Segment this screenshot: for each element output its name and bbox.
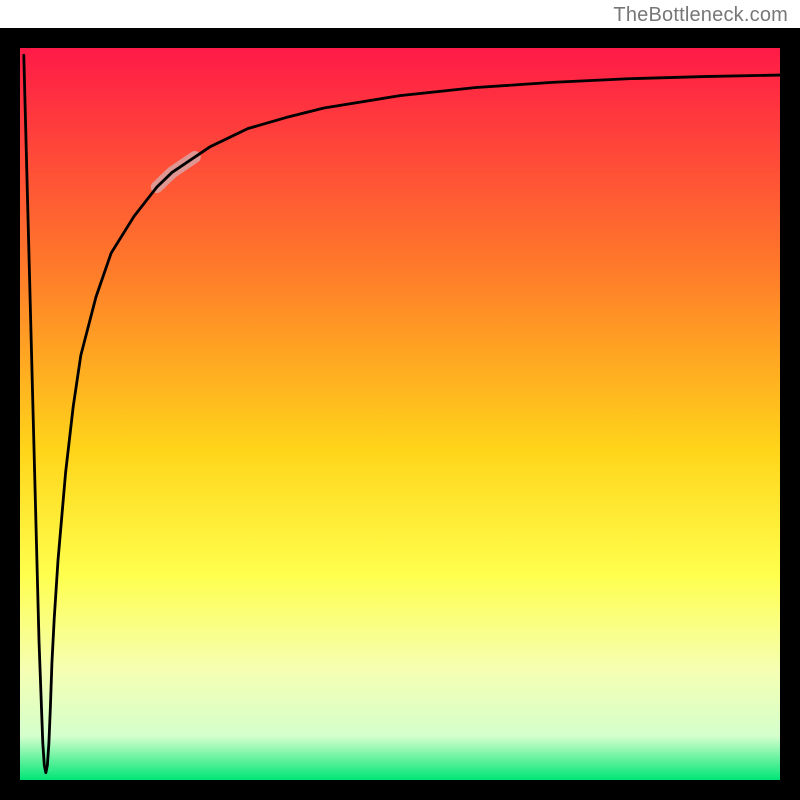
bottleneck-chart: [0, 0, 800, 800]
chart-container: TheBottleneck.com: [0, 0, 800, 800]
watermark-text: TheBottleneck.com: [613, 4, 788, 27]
